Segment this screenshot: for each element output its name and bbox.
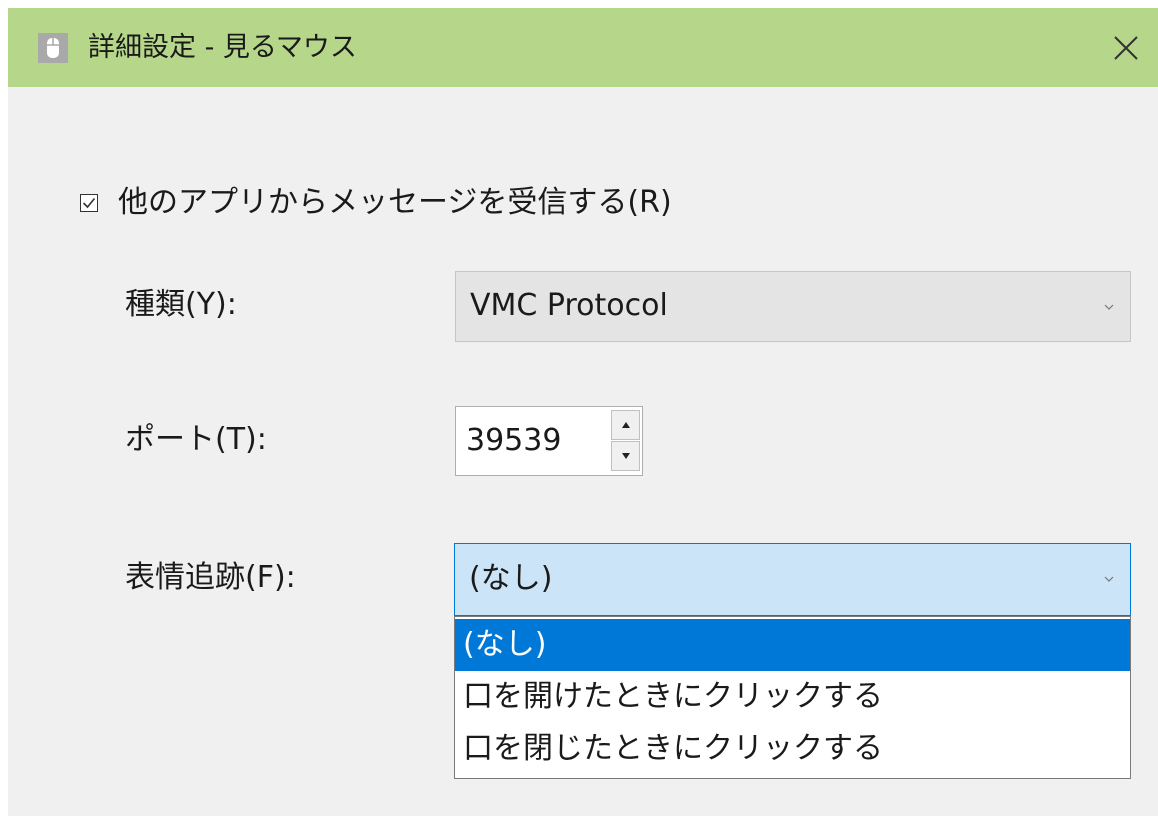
checkmark-icon [80, 194, 98, 212]
chevron-down-icon [1104, 304, 1114, 310]
type-select-value: VMC Protocol [470, 288, 668, 323]
port-stepper[interactable]: 39539 [455, 406, 643, 476]
close-button[interactable] [1104, 26, 1148, 70]
close-icon [1114, 36, 1138, 60]
dropdown-option-click-on-mouth-close[interactable]: 口を閉じたときにクリックする [455, 723, 1130, 775]
receive-messages-checkbox[interactable] [80, 194, 98, 212]
chevron-down-icon [1104, 576, 1114, 582]
port-increment-button[interactable] [611, 410, 640, 440]
port-decrement-button[interactable] [611, 441, 640, 471]
face-tracking-select-value: (なし) [469, 561, 553, 596]
face-tracking-select[interactable]: (なし) [454, 543, 1131, 616]
dialog-window: 詳細設定 - 見るマウス 他のアプリからメッセージを受信する(R) 種類(Y):… [8, 8, 1158, 816]
dropdown-option-click-on-mouth-open[interactable]: 口を開けたときにクリックする [455, 671, 1130, 723]
type-select[interactable]: VMC Protocol [455, 271, 1131, 342]
face-tracking-label: 表情追跡(F): [125, 560, 296, 595]
port-label: ポート(T): [125, 422, 267, 457]
arrow-down-icon [621, 453, 630, 459]
type-label: 種類(Y): [125, 287, 237, 322]
port-input[interactable]: 39539 [466, 419, 561, 463]
title-bar: 詳細設定 - 見るマウス [8, 8, 1158, 87]
arrow-up-icon [621, 422, 630, 428]
dropdown-option-none[interactable]: (なし) [455, 619, 1130, 671]
window-title: 詳細設定 - 見るマウス [88, 32, 357, 63]
mouse-icon [38, 33, 68, 63]
face-tracking-dropdown-list: (なし) 口を開けたときにクリックする 口を閉じたときにクリックする [454, 616, 1131, 779]
receive-messages-label[interactable]: 他のアプリからメッセージを受信する(R) [118, 181, 672, 225]
